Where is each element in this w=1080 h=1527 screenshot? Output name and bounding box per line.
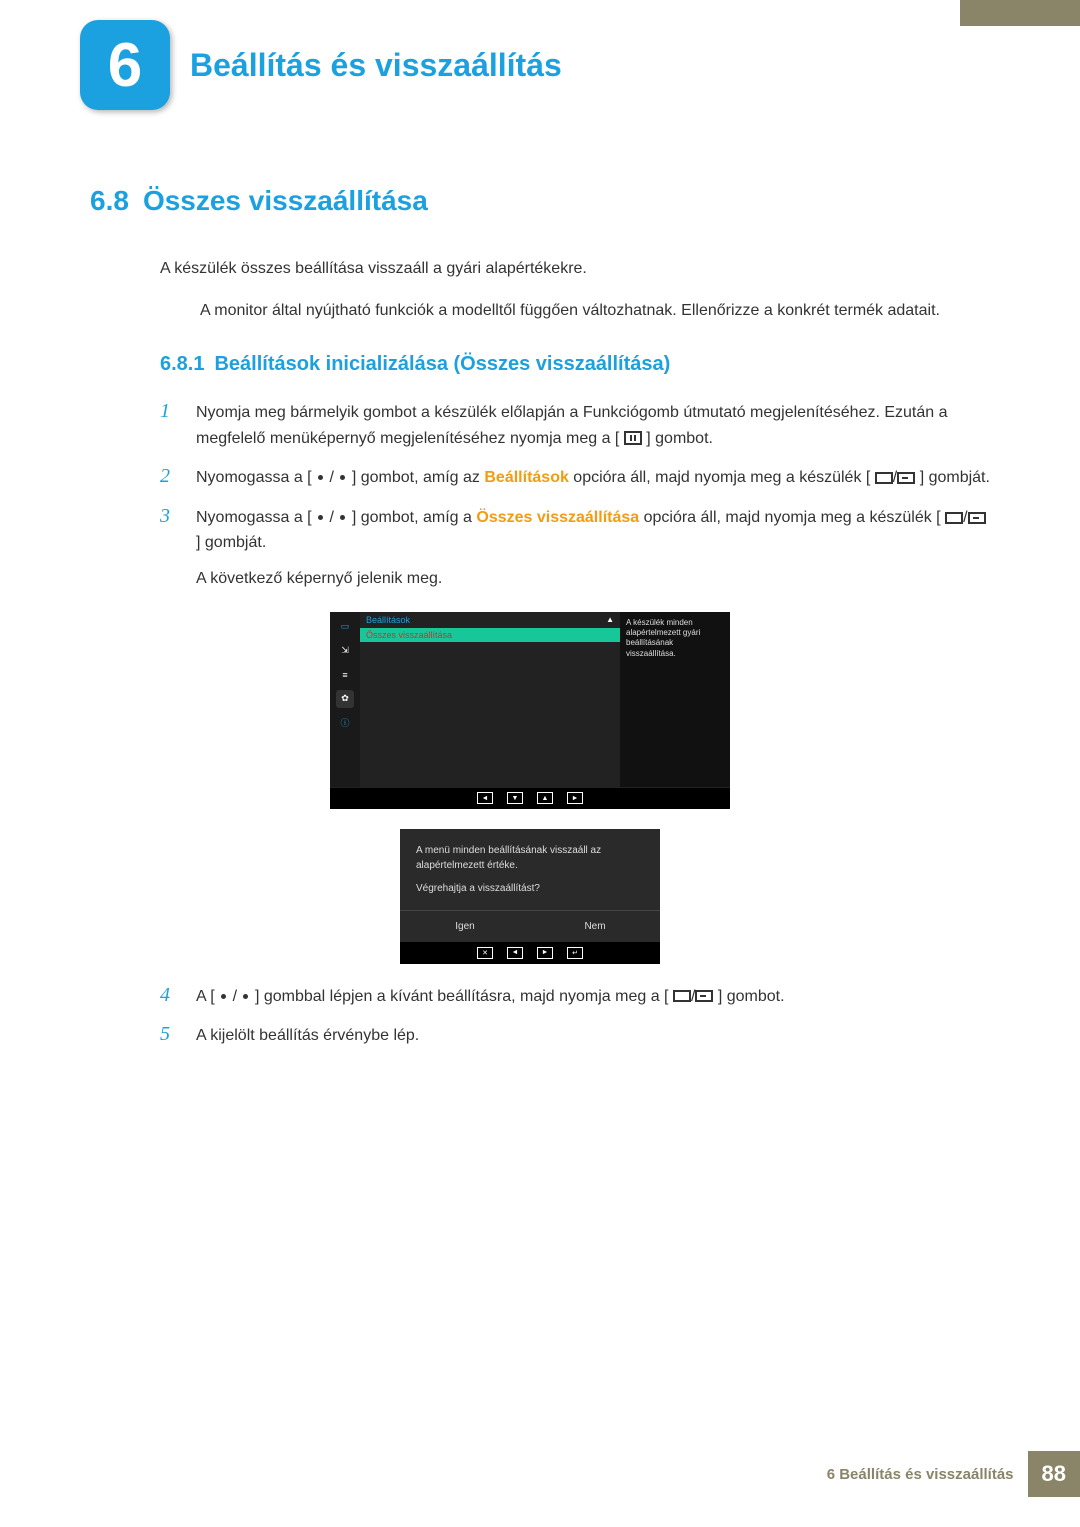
osd-main-panel: Beállítások ▲ Összes visszaállítása bbox=[360, 612, 620, 787]
footer-chapter-label: 6 Beállítás és visszaállítás bbox=[827, 1466, 1028, 1483]
up-arrow-icon: ▲ bbox=[606, 615, 614, 624]
dot-icon bbox=[318, 475, 323, 480]
keyword-settings: Beállítások bbox=[484, 469, 568, 486]
top-right-stripe bbox=[960, 0, 1080, 26]
osd-sidebar: ▭ ⇲ ≡ ✿ ⓘ bbox=[330, 612, 360, 787]
section-body: 6.8 Összes visszaállítása A készülék össz… bbox=[90, 185, 990, 1063]
section-number: 6.8 bbox=[90, 185, 129, 216]
rect-return-icon bbox=[897, 472, 915, 484]
step-text: A kijelölt beállítás érvénybe lép. bbox=[196, 1023, 990, 1049]
step-text: Nyomogassa a [ / ] gombot, amíg a Összes… bbox=[196, 505, 990, 592]
nav-up-icon: ▲ bbox=[537, 792, 553, 804]
chapter-header: 6 Beállítás és visszaállítás bbox=[80, 20, 562, 110]
step-text: Nyomja meg bármelyik gombot a készülék e… bbox=[196, 400, 990, 451]
step-number: 1 bbox=[160, 400, 178, 451]
section-title: Összes visszaállítása bbox=[143, 185, 428, 216]
dot-icon bbox=[340, 475, 345, 480]
rect-return-icon bbox=[695, 990, 713, 1002]
chapter-number-badge: 6 bbox=[80, 20, 170, 110]
step-3: 3 Nyomogassa a [ / ] gombot, amíg a Össz… bbox=[160, 505, 990, 592]
nav-left-icon: ◄ bbox=[477, 792, 493, 804]
step-4: 4 A [ / ] gombbal lépjen a kívánt beállí… bbox=[160, 984, 990, 1010]
nav-right-icon: ► bbox=[567, 792, 583, 804]
resize-icon: ⇲ bbox=[336, 642, 354, 660]
monitor-icon: ▭ bbox=[336, 618, 354, 636]
osd2-no-button: Nem bbox=[530, 911, 660, 942]
nav-right-icon: ► bbox=[537, 947, 553, 959]
osd2-message: A menü minden beállításának visszaáll az… bbox=[416, 843, 644, 873]
nav-down-icon: ▼ bbox=[507, 792, 523, 804]
step-number: 4 bbox=[160, 984, 178, 1010]
page-footer: 6 Beállítás és visszaállítás 88 bbox=[827, 1451, 1080, 1497]
subsection-number: 6.8.1 bbox=[160, 353, 204, 375]
dot-icon bbox=[243, 994, 248, 999]
osd-screenshot-2: A menü minden beállításának visszaáll az… bbox=[400, 829, 660, 964]
step-5: 5 A kijelölt beállítás érvénybe lép. bbox=[160, 1023, 990, 1049]
section-note: A monitor által nyújtható funkciók a mod… bbox=[200, 299, 950, 323]
osd-nav-bar: ◄ ▼ ▲ ► bbox=[330, 787, 730, 809]
step-number: 5 bbox=[160, 1023, 178, 1049]
step-text: Nyomogassa a [ / ] gombot, amíg az Beáll… bbox=[196, 465, 990, 491]
step-number: 2 bbox=[160, 465, 178, 491]
chapter-title: Beállítás és visszaállítás bbox=[190, 47, 562, 84]
nav-close-icon: ✕ bbox=[477, 947, 493, 959]
step-1: 1 Nyomja meg bármelyik gombot a készülék… bbox=[160, 400, 990, 451]
dot-icon bbox=[340, 515, 345, 520]
menu-icon bbox=[624, 431, 642, 445]
footer-page-number: 88 bbox=[1028, 1451, 1080, 1497]
osd2-nav-bar: ✕ ◄ ► ↵ bbox=[400, 942, 660, 964]
steps: 1 Nyomja meg bármelyik gombot a készülék… bbox=[160, 400, 990, 592]
rect-icon bbox=[945, 512, 963, 524]
subsection-heading: 6.8.1 Beállítások inicializálása (Összes … bbox=[160, 353, 990, 376]
rect-icon bbox=[875, 472, 893, 484]
step-text: A [ / ] gombbal lépjen a kívánt beállítá… bbox=[196, 984, 990, 1010]
nav-enter-icon: ↵ bbox=[567, 947, 583, 959]
section-heading: 6.8 Összes visszaállítása bbox=[90, 185, 990, 217]
keyword-reset-all: Összes visszaállítása bbox=[476, 509, 639, 526]
step-number: 3 bbox=[160, 505, 178, 592]
dot-icon bbox=[221, 994, 226, 999]
osd2-yes-button: Igen bbox=[400, 911, 530, 942]
osd2-question: Végrehajtja a visszaállítást? bbox=[416, 881, 644, 896]
gear-icon: ✿ bbox=[336, 690, 354, 708]
osd-help-panel: A készülék minden alapértelmezett gyári … bbox=[620, 612, 730, 787]
section-intro: A készülék összes beállítása visszaáll a… bbox=[160, 257, 990, 281]
steps-continued: 4 A [ / ] gombbal lépjen a kívánt beállí… bbox=[160, 984, 990, 1049]
dot-icon bbox=[318, 515, 323, 520]
step-2: 2 Nyomogassa a [ / ] gombot, amíg az Beá… bbox=[160, 465, 990, 491]
list-icon: ≡ bbox=[336, 666, 354, 684]
osd-screenshot-1: ▭ ⇲ ≡ ✿ ⓘ Beállítások ▲ Összes visszaáll… bbox=[330, 612, 730, 964]
info-icon: ⓘ bbox=[336, 714, 354, 732]
subsection-title: Beállítások inicializálása (Összes vissz… bbox=[214, 353, 670, 375]
rect-icon bbox=[673, 990, 691, 1002]
rect-return-icon bbox=[968, 512, 986, 524]
nav-left-icon: ◄ bbox=[507, 947, 523, 959]
osd-selected-item: Összes visszaállítása bbox=[360, 628, 620, 642]
osd-panel-title: Beállítások bbox=[360, 612, 416, 628]
